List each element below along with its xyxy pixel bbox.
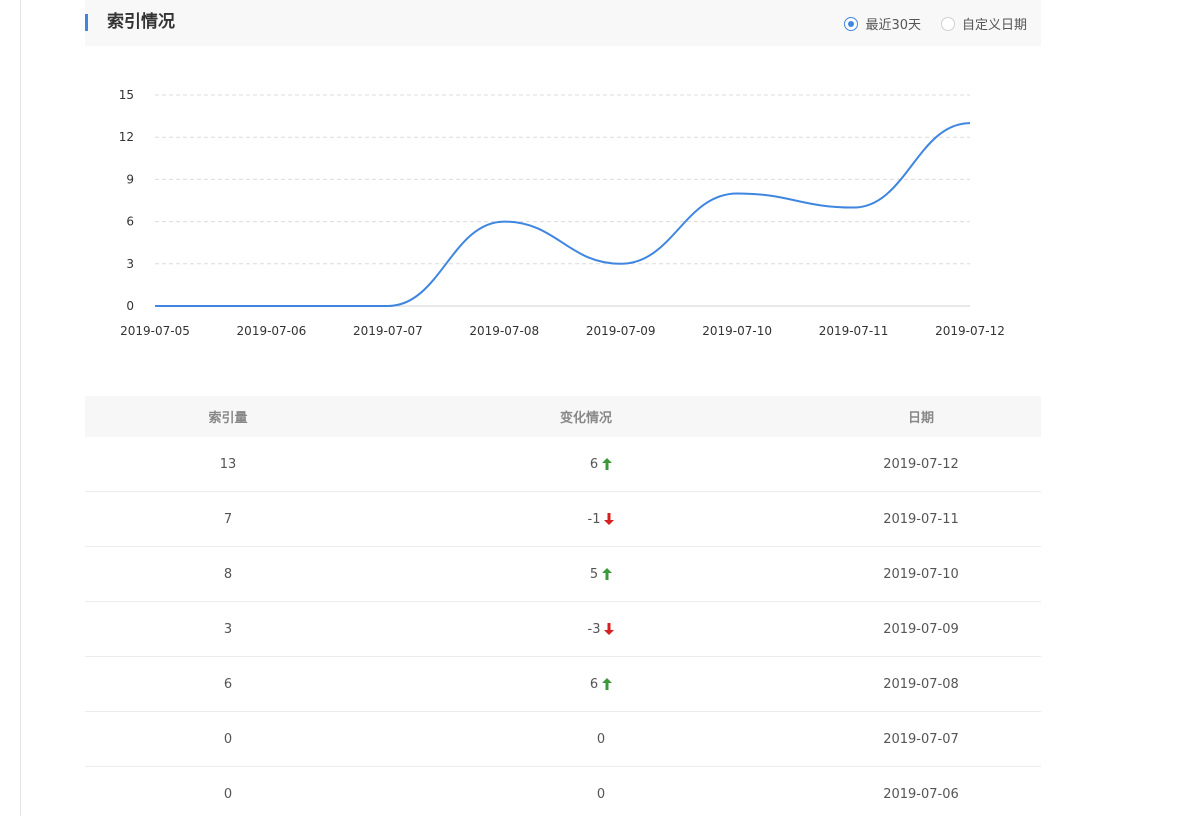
arrow-up-icon [602,458,613,470]
series-line [155,122,971,307]
table-header: 索引量 变化情况 日期 [85,396,1041,437]
page-title: 索引情况 [107,12,175,32]
radio-custom-date[interactable]: 自定义日期 [940,14,1027,33]
arrow-down-icon [604,513,615,525]
table-row: 8 5 2019-07-10 [85,547,1041,602]
change-value: 6 [589,676,599,692]
column-header-date: 日期 [907,411,934,426]
x-tick-label: 2019-07-05 [120,324,190,338]
x-tick-label: 2019-07-07 [353,324,423,338]
y-tick-label: 6 [126,215,134,229]
change-value: 5 [589,566,599,582]
index-table: 索引量 变化情况 日期 13 6 2019-07-12 7 -1 2019-07-11 8 5… [85,396,1041,816]
arrow-down-icon [604,623,615,635]
table-row: 0 0 2019-07-07 [85,712,1041,767]
cell-change: 6 [371,677,801,692]
cell-count: 13 [219,456,237,472]
x-tick-label: 2019-07-10 [702,324,772,338]
change-value: 6 [589,456,599,472]
date-range-options: 最近30天 自定义日期 [824,14,1027,33]
change-value-wrap: -3 [588,622,615,637]
table-body: 13 6 2019-07-12 7 -1 2019-07-11 8 5 2019-07-10 3 -… [85,437,1041,816]
index-trend-chart: 0 3 6 9 12 15 2019-07-05 2019-07-06 2019-07-07 20… [119,88,1005,338]
page-divider [20,0,21,816]
cell-change: 0 [371,787,801,802]
cell-date: 2019-07-11 [883,511,959,527]
change-value-wrap: 6 [589,676,613,692]
y-tick-label: 9 [126,172,134,186]
change-value-wrap: -1 [588,512,615,527]
table-row: 13 6 2019-07-12 [85,437,1041,492]
column-header-count: 索引量 [208,411,248,426]
radio-label: 自定义日期 [961,18,1027,33]
cell-date: 2019-07-07 [883,731,959,747]
cell-count: 3 [223,621,233,637]
cell-count: 7 [223,511,233,527]
y-tick-label: 3 [126,257,134,271]
cell-change: 5 [371,567,801,582]
change-value: -3 [587,621,601,637]
column-header-change: 变化情况 [559,411,612,426]
y-tick-label: 0 [126,299,134,313]
cell-change: -1 [371,512,801,527]
cell-date: 2019-07-08 [883,676,959,692]
radio-checked-icon [844,16,859,31]
cell-change: 0 [371,732,801,747]
cell-date: 2019-07-12 [883,456,959,472]
change-value-wrap: 0 [597,732,605,747]
cell-change: -3 [371,622,801,637]
y-tick-label: 12 [119,130,134,144]
x-tick-label: 2019-07-06 [237,324,307,338]
change-value-wrap: 6 [589,456,613,472]
arrow-up-icon [602,678,613,690]
x-tick-label: 2019-07-08 [469,324,539,338]
x-tick-label: 2019-07-09 [586,324,656,338]
radio-last-30-days[interactable]: 最近30天 [844,14,921,33]
cell-count: 6 [223,676,233,692]
cell-count: 0 [223,786,233,802]
table-row: 0 0 2019-07-06 [85,767,1041,816]
table-row: 3 -3 2019-07-09 [85,602,1041,657]
y-tick-label: 15 [119,88,134,102]
table-row: 6 6 2019-07-08 [85,657,1041,712]
arrow-up-icon [602,568,613,580]
card-header: 索引情况 最近30天 自定义日期 [85,0,1041,46]
table-row: 7 -1 2019-07-11 [85,492,1041,547]
cell-date: 2019-07-09 [883,621,959,637]
x-tick-label: 2019-07-12 [935,324,1005,338]
change-value-wrap: 0 [597,787,605,802]
change-value: 0 [596,731,606,747]
title-accent-bar [85,14,88,31]
cell-count: 0 [223,731,233,747]
cell-change: 6 [371,457,801,472]
cell-date: 2019-07-06 [883,786,959,802]
radio-unchecked-icon [940,16,955,31]
cell-date: 2019-07-10 [883,566,959,582]
x-tick-label: 2019-07-11 [819,324,889,338]
change-value: -1 [587,511,601,527]
change-value: 0 [596,786,606,802]
radio-label: 最近30天 [865,18,921,33]
cell-count: 8 [223,566,233,582]
change-value-wrap: 5 [589,566,613,582]
